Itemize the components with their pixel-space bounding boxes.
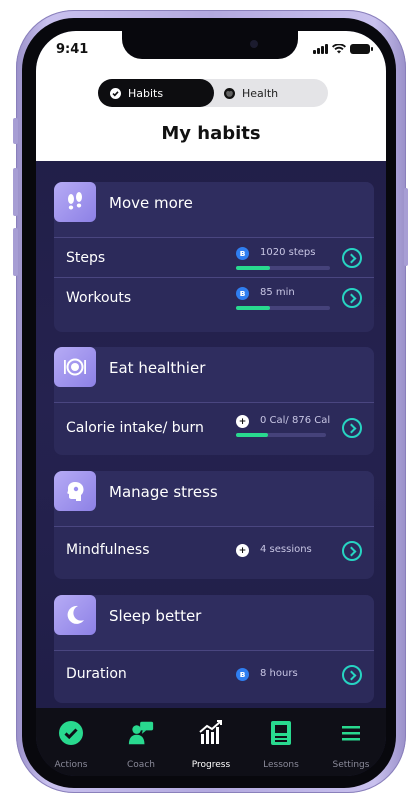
tab-actions[interactable]: Actions	[36, 708, 106, 776]
habit-row-calories[interactable]: Calorie intake/ burn + 0 Cal/ 876 Cal	[54, 402, 374, 455]
category-header[interactable]: Manage stress	[54, 471, 374, 526]
bluetooth-icon: ʙ	[236, 668, 249, 681]
habit-label: Calorie intake/ burn	[66, 420, 204, 436]
status-time: 9:41	[56, 42, 89, 57]
power-button	[404, 188, 408, 266]
category-card-sleep-better: Sleep better Duration ʙ 8 hours	[54, 595, 374, 703]
tab-progress[interactable]: Progress	[176, 708, 246, 776]
app-header: 9:41 Habits Health My habits	[36, 31, 386, 161]
habit-label: Mindfulness	[66, 542, 150, 558]
wifi-icon	[332, 44, 346, 54]
habit-value: 4 sessions	[260, 544, 312, 555]
book-icon	[268, 720, 294, 746]
tab-coach[interactable]: Coach	[106, 708, 176, 776]
habit-row-duration[interactable]: Duration ʙ 8 hours	[54, 650, 374, 703]
chevron-right-icon[interactable]	[342, 665, 362, 685]
status-icons	[313, 44, 373, 54]
habit-row-mindfulness[interactable]: Mindfulness + 4 sessions	[54, 526, 374, 579]
habits-tab[interactable]: Habits	[98, 79, 214, 107]
health-tab-label: Health	[242, 86, 279, 100]
habit-label: Workouts	[66, 290, 132, 306]
tab-settings[interactable]: Settings	[316, 708, 386, 776]
progress-bar	[236, 306, 330, 310]
tab-label: Progress	[191, 760, 231, 770]
habits-health-toggle: Habits Health	[98, 79, 328, 107]
habit-row-workouts[interactable]: Workouts ʙ 85 min	[54, 277, 374, 317]
app-screen: 9:41 Habits Health My habits Move more S…	[36, 31, 386, 776]
category-header[interactable]: Sleep better	[54, 595, 374, 650]
habit-label: Steps	[66, 250, 106, 266]
tab-label: Coach	[127, 760, 155, 770]
chevron-right-icon[interactable]	[342, 541, 362, 561]
bottom-tab-bar: Actions Coach Progress Lessons Settings	[36, 708, 386, 776]
plate-icon	[54, 347, 96, 387]
habits-tab-label: Habits	[128, 86, 164, 100]
menu-icon	[338, 720, 364, 746]
category-card-manage-stress: Manage stress Mindfulness + 4 sessions	[54, 471, 374, 579]
tab-lessons[interactable]: Lessons	[246, 708, 316, 776]
plus-icon: +	[236, 544, 249, 557]
habit-value: 8 hours	[260, 668, 298, 679]
progress-fill	[236, 266, 270, 270]
tab-label: Lessons	[263, 760, 299, 770]
battery-icon	[350, 44, 373, 54]
habit-row-steps[interactable]: Steps ʙ 1020 steps	[54, 237, 374, 277]
progress-fill	[236, 433, 269, 437]
cellular-signal-icon	[313, 44, 328, 54]
volume-down-button	[13, 228, 18, 276]
notch	[122, 31, 298, 59]
category-card-eat-healthier: Eat healthier Calorie intake/ burn + 0 C…	[54, 347, 374, 455]
category-card-move-more: Move more Steps ʙ 1020 steps Workouts ʙ …	[54, 182, 374, 332]
habits-check-icon	[110, 87, 121, 99]
chevron-right-icon[interactable]	[342, 248, 362, 268]
plus-icon: +	[236, 415, 249, 428]
progress-chart-icon	[198, 720, 224, 746]
chevron-right-icon[interactable]	[342, 418, 362, 438]
chevron-right-icon[interactable]	[342, 288, 362, 308]
category-title: Move more	[109, 194, 193, 212]
footprints-icon	[54, 182, 96, 222]
mute-switch	[13, 118, 18, 144]
category-header[interactable]: Eat healthier	[54, 347, 374, 402]
health-tab[interactable]: Health	[224, 79, 278, 107]
category-title: Manage stress	[109, 483, 218, 501]
health-apple-icon	[224, 87, 235, 99]
habit-value: 0 Cal/ 876 Cal	[260, 415, 331, 426]
page-title: My habits	[161, 123, 261, 144]
front-camera	[250, 40, 258, 48]
category-header[interactable]: Move more	[54, 182, 374, 237]
moon-icon	[54, 595, 96, 635]
tab-label: Settings	[332, 760, 370, 770]
habit-value: 1020 steps	[260, 247, 316, 258]
category-title: Eat healthier	[109, 359, 206, 377]
progress-fill	[236, 306, 270, 310]
coach-chat-icon	[128, 720, 154, 746]
volume-up-button	[13, 168, 18, 216]
check-circle-icon	[58, 720, 84, 746]
tab-label: Actions	[54, 760, 88, 770]
bluetooth-icon: ʙ	[236, 247, 249, 260]
category-title: Sleep better	[109, 607, 202, 625]
progress-bar	[236, 266, 330, 270]
head-icon	[54, 471, 96, 511]
bluetooth-icon: ʙ	[236, 287, 249, 300]
habit-value: 85 min	[260, 287, 295, 298]
habit-label: Duration	[66, 666, 127, 682]
progress-bar	[236, 433, 326, 437]
